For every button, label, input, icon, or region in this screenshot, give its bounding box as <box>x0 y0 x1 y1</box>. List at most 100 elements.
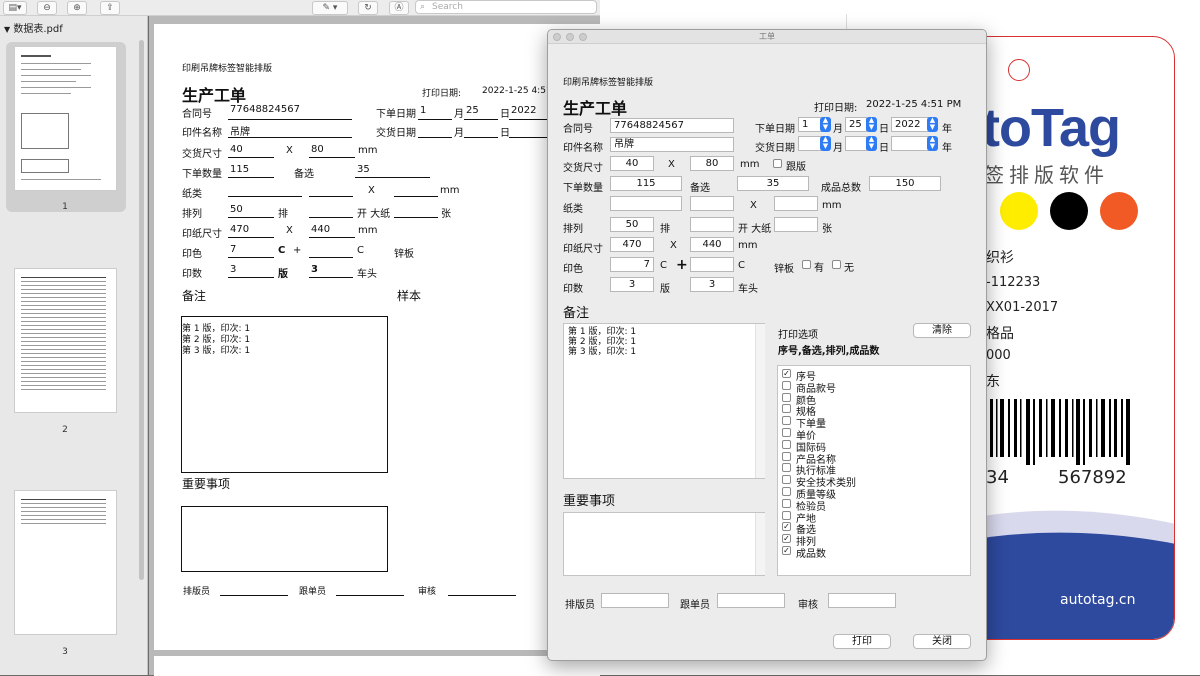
rotate-button[interactable]: ↻ <box>358 1 378 15</box>
print-option-checkbox[interactable] <box>782 380 791 390</box>
page-thumbnail-3[interactable] <box>14 490 117 635</box>
pai-unit: 排 <box>278 209 288 220</box>
minimize-window-button[interactable] <box>566 33 574 41</box>
important-scrollbar[interactable] <box>755 513 765 575</box>
plates-input[interactable]: 3 <box>610 277 654 292</box>
notes-scrollbar[interactable] <box>755 324 765 478</box>
delivery-day-stepper[interactable]: ▲ ▼ <box>866 136 877 151</box>
page-thumbnail-2[interactable] <box>14 268 117 413</box>
qty-input[interactable]: 115 <box>610 176 682 191</box>
page-number: 1 <box>62 202 68 212</box>
sidebar-scrollbar[interactable] <box>139 40 144 580</box>
year-unit: 年 <box>942 124 952 135</box>
print-option-checkbox[interactable] <box>782 439 791 449</box>
zoom-in-button[interactable]: ⊕ <box>67 1 87 15</box>
work-order-dialog: 工单 印刷吊牌标签智能排版 生产工单 打印日期: 2022-1-25 4:51 … <box>547 29 987 661</box>
paper-width: 470 <box>230 224 250 235</box>
disclosure-icon[interactable]: ▼ <box>4 25 10 34</box>
zoom-out-button[interactable]: ⊖ <box>37 1 57 15</box>
chetou-label: 车头 <box>357 269 377 280</box>
close-window-button[interactable] <box>553 33 561 41</box>
print-option-checkbox[interactable] <box>782 392 791 402</box>
clear-button[interactable]: 清除 <box>913 323 971 338</box>
color-label: 印色 <box>563 264 583 275</box>
print-option-checkbox[interactable]: ✓ <box>782 546 791 555</box>
markup-button[interactable]: ✎ ▾ <box>312 1 348 15</box>
print-options-list: ✓ 序号 商品款号 颜色 规格 下单量 单价 国际码 产品名称 执行标准 安全技术类别 质量等级 检验员… <box>777 365 971 576</box>
name-input[interactable]: 吊牌 <box>610 137 734 152</box>
print-option-checkbox[interactable] <box>782 451 791 461</box>
print-option-checkbox[interactable]: ✓ <box>782 522 791 532</box>
page-thumbnail-1[interactable] <box>14 46 117 191</box>
print-option-checkbox[interactable] <box>782 487 791 496</box>
print-option-checkbox[interactable] <box>782 475 791 485</box>
annotate-button[interactable]: Ⓐ <box>389 1 409 15</box>
print-option-checkbox[interactable]: ✓ <box>782 534 791 544</box>
print-button[interactable]: 打印 <box>833 634 891 649</box>
share-button[interactable]: ⇪ <box>100 1 120 15</box>
print-option-checkbox[interactable]: ✓ <box>782 369 791 378</box>
delivery-month-input[interactable] <box>798 136 822 151</box>
order-year-stepper[interactable]: ▲ ▼ <box>927 117 938 132</box>
total-label: 成品总数 <box>821 183 861 194</box>
print-options-label: 打印选项 <box>778 330 818 341</box>
delivery-month-stepper[interactable]: ▲ ▼ <box>820 136 831 151</box>
size-width-input[interactable]: 40 <box>610 156 654 171</box>
sidebar-toggle-button[interactable]: ▤▾ <box>3 1 27 15</box>
paper-size-input[interactable] <box>774 196 818 211</box>
close-button[interactable]: 关闭 <box>913 634 971 649</box>
delivery-year-input[interactable] <box>891 136 929 151</box>
print-option-checkbox[interactable] <box>782 463 791 473</box>
name-label: 印件名称 <box>182 128 222 139</box>
kai-label: 开 大纸 <box>738 224 772 235</box>
spare-input[interactable]: 35 <box>737 176 809 191</box>
dialog-titlebar[interactable]: 工单 <box>548 30 986 44</box>
zoom-window-button[interactable] <box>579 33 587 41</box>
paper-spec-input[interactable] <box>690 196 734 211</box>
contract-input[interactable]: 77648824567 <box>610 118 734 133</box>
arrange-extra-input[interactable] <box>690 217 734 232</box>
print-option-checkbox[interactable] <box>782 510 791 520</box>
typesetter-input[interactable] <box>601 593 669 608</box>
zinc-no-checkbox[interactable] <box>832 260 841 269</box>
follow-plate-checkbox[interactable] <box>773 159 782 168</box>
order-month-input[interactable]: 1 <box>798 117 822 132</box>
extra-color-input[interactable] <box>690 257 734 272</box>
order-month-stepper[interactable]: ▲ ▼ <box>820 117 831 132</box>
important-textarea[interactable] <box>563 512 765 576</box>
delivery-year-stepper[interactable]: ▲ ▼ <box>927 136 938 151</box>
times-sign: X <box>286 225 293 236</box>
paper-height-input[interactable]: 440 <box>690 237 734 252</box>
big-paper-input[interactable] <box>774 217 818 232</box>
search-icon: ⌕ <box>420 2 426 12</box>
order-day-stepper[interactable]: ▲ ▼ <box>866 117 877 132</box>
ban-unit: 版 <box>660 284 670 295</box>
zinc-no-label: 无 <box>844 263 854 274</box>
search-input[interactable]: ⌕ Search <box>415 0 597 14</box>
order-day-input[interactable]: 25 <box>845 117 867 132</box>
total-input[interactable]: 150 <box>869 176 941 191</box>
tag-subtitle: 签排版软件 <box>984 163 1109 187</box>
follower-input[interactable] <box>717 593 785 608</box>
print-option-checkbox[interactable] <box>782 416 791 426</box>
print-option-checkbox[interactable] <box>782 498 791 508</box>
paper-type-input[interactable] <box>610 196 682 211</box>
file-name[interactable]: ▼ 数据表.pdf <box>4 20 63 35</box>
order-year-input[interactable]: 2022 <box>891 117 929 132</box>
tag-url: autotag.cn <box>1060 592 1136 608</box>
order-year: 2022 <box>511 105 537 116</box>
paper-width-input[interactable]: 470 <box>610 237 654 252</box>
notes-textarea[interactable]: 第 1 版，印次: 1 第 2 版，印次: 1 第 3 版，印次: 1 <box>563 323 765 479</box>
print-option-checkbox[interactable] <box>782 428 791 437</box>
heads-input[interactable]: 3 <box>690 277 734 292</box>
print-option-checkbox[interactable] <box>782 404 791 414</box>
arrange-input[interactable]: 50 <box>610 217 654 232</box>
zinc-yes-checkbox[interactable] <box>802 260 811 269</box>
arrange-value: 50 <box>230 204 243 215</box>
thumbnail-sidebar: ▼ 数据表.pdf 1 2 3 <box>0 16 148 675</box>
reviewer-input[interactable] <box>828 593 896 608</box>
delivery-day-input[interactable] <box>845 136 867 151</box>
size-height-input[interactable]: 80 <box>690 156 734 171</box>
mm-unit: mm <box>358 225 378 236</box>
color-input[interactable]: 7 <box>610 257 654 272</box>
